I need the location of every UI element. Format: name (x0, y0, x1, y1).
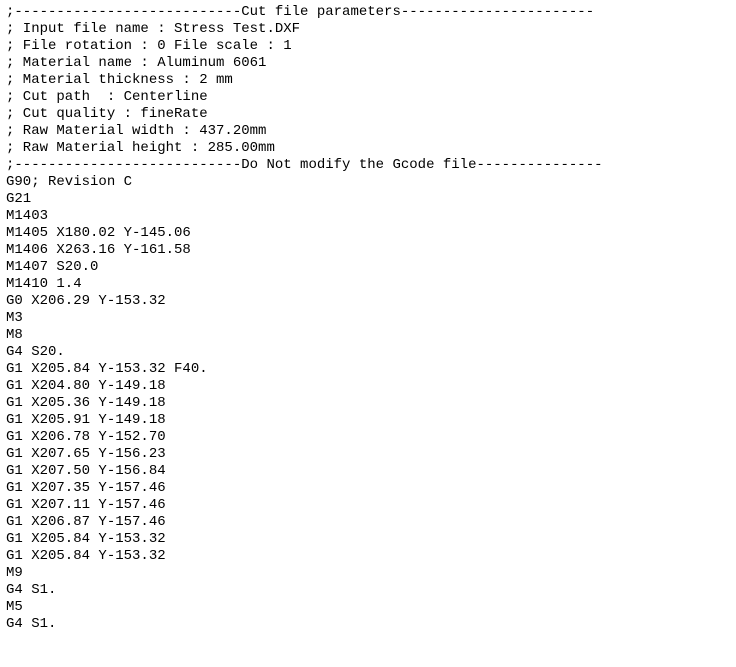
code-line: G1 X206.78 Y-152.70 (6, 429, 166, 445)
code-line: G1 X207.65 Y-156.23 (6, 446, 166, 462)
code-line: ; Raw Material width : 437.20mm (6, 123, 266, 139)
code-line: M1410 1.4 (6, 276, 82, 292)
code-line: ; File rotation : 0 File scale : 1 (6, 38, 292, 54)
code-line: M3 (6, 310, 23, 326)
gcode-listing: ;---------------------------Cut file par… (0, 0, 736, 637)
code-line: G1 X207.35 Y-157.46 (6, 480, 166, 496)
code-line: G4 S1. (6, 616, 56, 632)
code-line: ; Material thickness : 2 mm (6, 72, 233, 88)
code-line: M8 (6, 327, 23, 343)
code-line: G1 X204.80 Y-149.18 (6, 378, 166, 394)
code-line: G1 X207.11 Y-157.46 (6, 497, 166, 513)
code-line: ;---------------------------Cut file par… (6, 4, 594, 20)
code-line: ;---------------------------Do Not modif… (6, 157, 603, 173)
code-line: ; Cut path : Centerline (6, 89, 208, 105)
code-line: M1405 X180.02 Y-145.06 (6, 225, 191, 241)
code-line: G1 X207.50 Y-156.84 (6, 463, 166, 479)
code-line: G4 S20. (6, 344, 65, 360)
code-line: M1407 S20.0 (6, 259, 98, 275)
code-line: ; Cut quality : fineRate (6, 106, 208, 122)
code-line: M1403 (6, 208, 48, 224)
code-line: G21 (6, 191, 31, 207)
code-line: G1 X205.84 Y-153.32 (6, 531, 166, 547)
code-line: G4 S1. (6, 582, 56, 598)
code-line: G0 X206.29 Y-153.32 (6, 293, 166, 309)
code-line: G1 X205.84 Y-153.32 F40. (6, 361, 208, 377)
code-line: M9 (6, 565, 23, 581)
code-line: M1406 X263.16 Y-161.58 (6, 242, 191, 258)
code-line: ; Input file name : Stress Test.DXF (6, 21, 300, 37)
code-line: ; Raw Material height : 285.00mm (6, 140, 275, 156)
code-line: G1 X205.36 Y-149.18 (6, 395, 166, 411)
code-line: G1 X205.84 Y-153.32 (6, 548, 166, 564)
code-line: G90; Revision C (6, 174, 132, 190)
code-line: G1 X206.87 Y-157.46 (6, 514, 166, 530)
code-line: G1 X205.91 Y-149.18 (6, 412, 166, 428)
code-line: ; Material name : Aluminum 6061 (6, 55, 266, 71)
code-line: M5 (6, 599, 23, 615)
